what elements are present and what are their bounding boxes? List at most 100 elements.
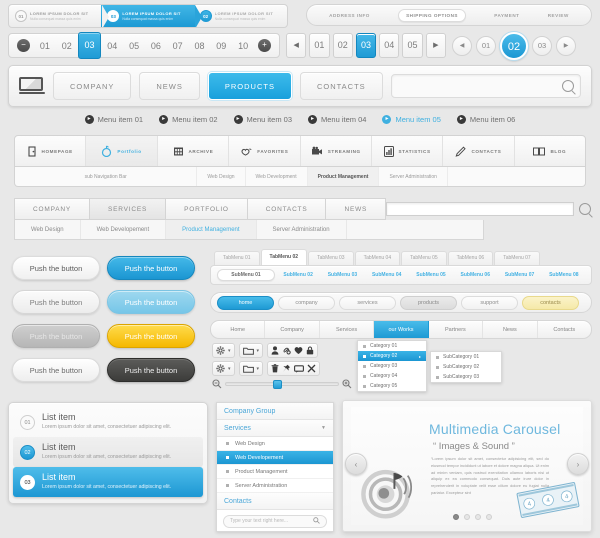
push-button-disabled[interactable]: Push the button [12,324,100,348]
tabmenu-07[interactable]: TabMenu 07 [494,251,540,265]
page-07[interactable]: 07 [167,41,189,51]
carousel-dot-2[interactable] [464,514,470,520]
next-page-button[interactable]: ▶ [425,33,446,58]
segtab-contacts[interactable]: Contacts [538,321,591,338]
pill-contacts[interactable]: contacts [522,295,579,310]
menu-item-01[interactable]: ▸ Menu item 01 [84,114,143,124]
push-button-white-alt[interactable]: Push the button [12,290,100,314]
carousel-dot-3[interactable] [475,514,481,520]
segtab-company[interactable]: Company [265,321,320,338]
page-02[interactable]: 02 [332,33,353,58]
carousel-dot-4[interactable] [486,514,492,520]
nav-button-company[interactable]: COMPANY [53,72,132,100]
search-icon[interactable] [579,203,592,215]
page-03[interactable]: 03 [532,35,552,56]
page-02[interactable]: 02 [56,41,78,51]
page-04[interactable]: 04 [101,41,123,51]
zoom-slider[interactable] [212,379,352,389]
accordion-header-company-group[interactable]: Company Group [217,403,333,420]
pill-services[interactable]: services [339,295,396,310]
segtab-our-works[interactable]: our Works [374,321,429,338]
toolbar-group-actions-2[interactable] [267,361,321,376]
accordion-header-contacts[interactable]: Contacts [217,493,333,510]
category-item-02[interactable]: Category 02 ▸ [358,351,426,361]
plus-circle-icon[interactable]: + [257,39,271,52]
pill-company[interactable]: company [278,295,335,310]
page-09[interactable]: 09 [210,41,232,51]
category-item-01[interactable]: Category 01 [358,341,426,351]
list-item[interactable]: 02 List item Lorem ipsum dolor sit amet,… [13,437,203,467]
page-06[interactable]: 06 [145,41,167,51]
page-01[interactable]: 01 [34,41,56,51]
page-02[interactable]: 02 [500,31,528,60]
iconnav-item-blog[interactable]: BLOG [515,136,585,166]
accordion-item-web-developement[interactable]: Web Developement [217,451,333,465]
subtab-web-developement[interactable]: Web Developement [81,220,167,239]
nav-button-news[interactable]: NEWS [139,72,200,100]
subcategory-item-02[interactable]: SubCategory 02 [431,362,501,372]
search-icon[interactable] [562,80,574,92]
subtab-product-management[interactable]: Product Management [166,220,257,239]
search-input[interactable] [398,81,562,91]
submenu-05[interactable]: SubMenu 05 [410,272,452,278]
push-button-yellow[interactable]: Push the button [107,324,195,348]
page-03[interactable]: 03 [355,33,377,58]
segtab-services[interactable]: Services [320,321,375,338]
push-button-white[interactable]: Push the button [12,256,100,280]
checkout-step-payment[interactable]: PAYMENT [494,13,519,18]
accordion-search-input[interactable]: Type your text right here... [223,514,327,528]
carousel-dot-1[interactable] [453,514,459,520]
tabmenu-03[interactable]: TabMenu 03 [308,251,354,265]
iconnav-item-streaming[interactable]: STREAMING [301,136,372,166]
segtab-partners[interactable]: Partners [429,321,484,338]
iconnav-item-homepage[interactable]: HOMEPAGE [15,136,87,166]
segtab-news[interactable]: News [483,321,538,338]
subcategory-item-01[interactable]: SubCategory 01 [431,352,501,362]
tabmenu-06[interactable]: TabMenu 06 [447,251,494,265]
tabmenu-01[interactable]: TabMenu 01 [214,251,260,265]
breadcrumb-step-1[interactable]: 01 LOREM IPSUM DOLOR SIT Nulla consequat… [9,5,110,27]
submenu-06[interactable]: SubMenu 06 [454,272,496,278]
page-08[interactable]: 08 [189,41,211,51]
page-01[interactable]: 01 [309,33,330,58]
tab-news[interactable]: NEWS [326,198,387,220]
pill-products[interactable]: products [400,295,457,310]
list-item[interactable]: 01 List item Lorem ipsum dolor sit amet,… [13,407,203,437]
breadcrumb-step-2[interactable]: 03 LOREM IPSUM DOLOR SIT Nulla consequat… [101,5,203,27]
prev-page-button[interactable]: ◀ [286,33,307,58]
iconnav-item-archive[interactable]: ARCHIVE [158,136,230,166]
tabbar-search[interactable] [386,198,592,220]
search-field-wrapper[interactable] [391,74,581,98]
tab-company[interactable]: COMPANY [15,198,90,220]
toolbar-group-actions-1[interactable] [267,343,319,358]
pill-support[interactable]: support [461,295,518,310]
tab-contacts[interactable]: CONTACTS [247,198,327,220]
toolbar-group-settings-2[interactable]: ▾ [212,361,235,376]
pill-home[interactable]: home [217,295,274,310]
menu-item-02[interactable]: ▸ Menu item 02 [159,114,218,124]
page-05[interactable]: 05 [123,41,145,51]
minus-circle-icon[interactable]: − [17,39,30,52]
subnav-item-web-development[interactable]: Web Development [246,167,308,186]
accordion-item-server-administration[interactable]: Server Administration [217,479,333,493]
toolbar-group-folder-2[interactable]: ▾ [238,361,264,376]
push-button-blue[interactable]: Push the button [107,256,195,280]
accordion-header-services[interactable]: Services ▼ [217,420,333,437]
menu-item-06[interactable]: ▸ Menu item 06 [456,114,515,124]
search-icon[interactable] [313,516,320,526]
tabbar-search-input[interactable] [386,202,575,216]
iconnav-item-contacts[interactable]: CONTACTS [443,136,515,166]
subtab-web-design[interactable]: Web Design [15,220,81,239]
page-04[interactable]: 04 [379,33,400,58]
iconnav-item-portfolio[interactable]: Portfolio [86,136,158,166]
checkout-step-shipping[interactable]: SHIPPING OPTIONS [398,8,466,22]
list-item[interactable]: 03 List item Lorem ipsum dolor sit amet,… [13,467,203,497]
subnav-item-label[interactable]: sub Navigation Bar [15,167,198,186]
toolbar-group-folder[interactable]: ▾ [238,343,264,358]
segtab-home[interactable]: Home [211,321,266,338]
page-03[interactable]: 03 [77,31,102,59]
subnav-item-server-administration[interactable]: Server Administration [379,167,448,186]
menu-item-05[interactable]: ▸ Menu item 05 [382,114,441,124]
tabmenu-04[interactable]: TabMenu 04 [354,251,401,265]
accordion-item-web-design[interactable]: Web Design [217,437,333,451]
